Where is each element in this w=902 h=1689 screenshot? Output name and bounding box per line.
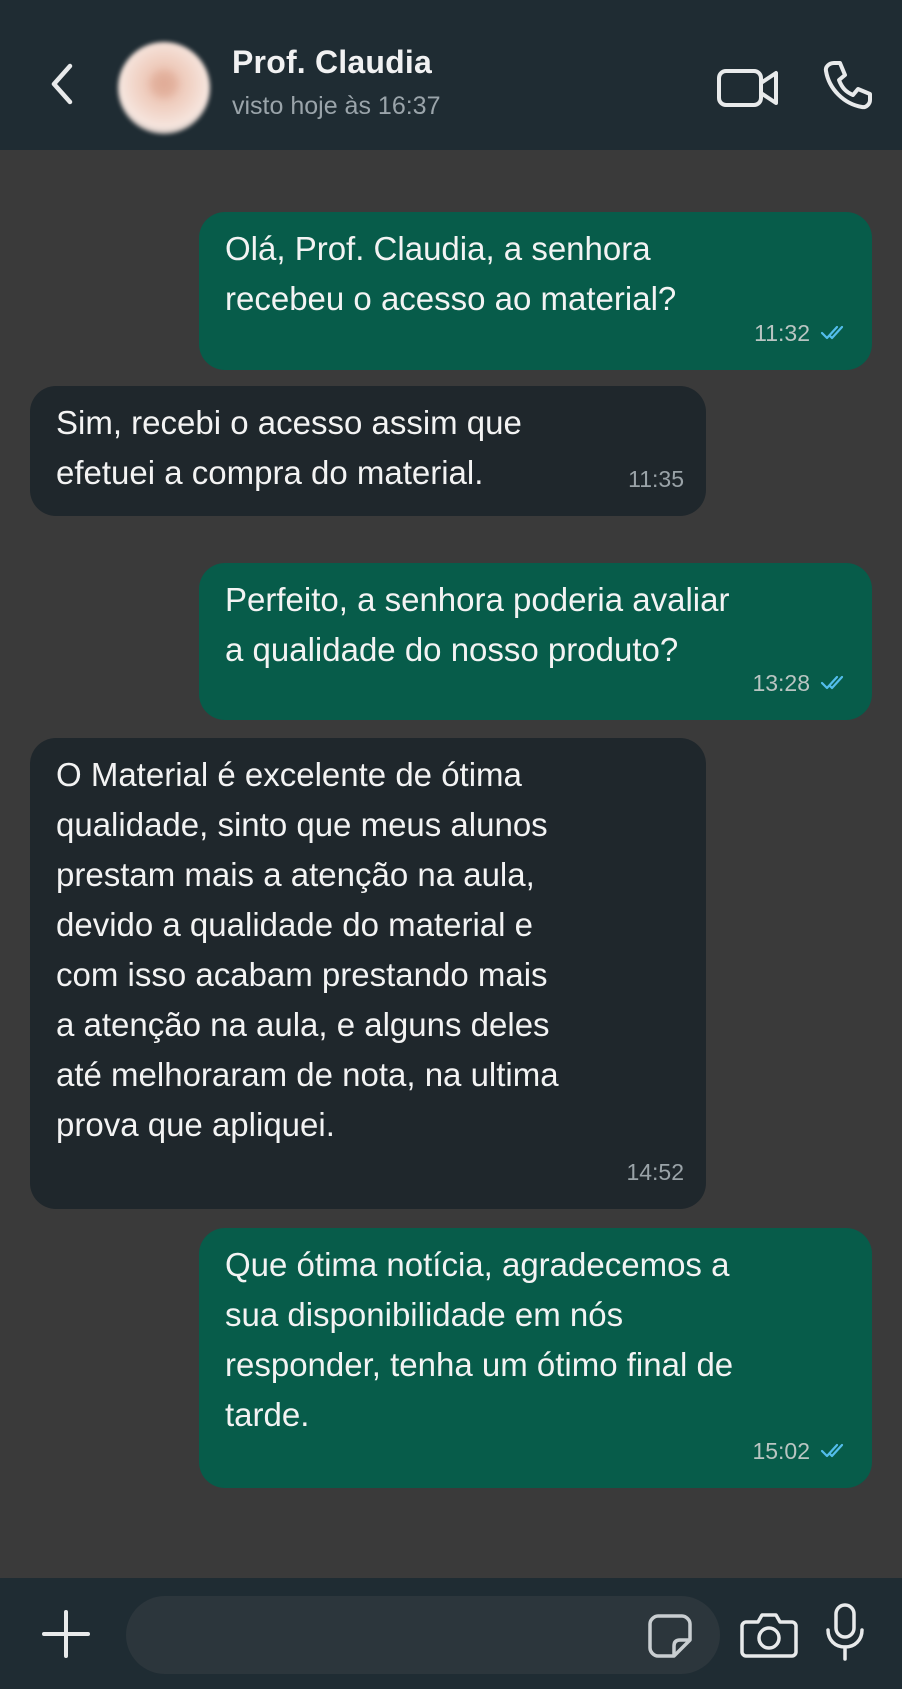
message-input-wrapper bbox=[126, 1596, 720, 1676]
message-time: 14:52 bbox=[626, 1159, 684, 1185]
sticker-icon bbox=[648, 1614, 692, 1658]
chevron-left-icon bbox=[51, 63, 73, 105]
chat-header: Prof. Claudia visto hoje às 16:37 bbox=[0, 0, 902, 150]
double-check-icon bbox=[820, 308, 850, 358]
back-button[interactable] bbox=[38, 60, 86, 108]
message-time: 11:32 bbox=[754, 320, 810, 346]
phone-icon bbox=[823, 61, 872, 110]
last-seen-status: visto hoje às 16:37 bbox=[232, 92, 441, 120]
chat-screen: Prof. Claudia visto hoje às 16:37 Olá, P… bbox=[0, 0, 902, 1689]
contact-name[interactable]: Prof. Claudia bbox=[232, 44, 432, 81]
message-meta: 13:28 bbox=[752, 658, 850, 708]
message-list[interactable]: Olá, Prof. Claudia, a senhora recebeu o … bbox=[0, 150, 902, 1578]
plus-icon bbox=[42, 1610, 90, 1658]
message-meta: 11:32 bbox=[754, 308, 850, 358]
message-bubble-outgoing[interactable]: Perfeito, a senhora poderia avaliar a qu… bbox=[199, 563, 872, 720]
message-bubble-outgoing[interactable]: Que ótima notícia, agradecemos a sua dis… bbox=[199, 1228, 872, 1488]
voice-call-button[interactable] bbox=[820, 58, 874, 112]
microphone-icon bbox=[826, 1603, 864, 1661]
message-text: O Material é excelente de ótima qualidad… bbox=[56, 756, 559, 1143]
message-input[interactable] bbox=[154, 1596, 638, 1676]
camera-icon bbox=[740, 1613, 798, 1658]
camera-button[interactable] bbox=[740, 1608, 798, 1660]
message-text: Que ótima notícia, agradecemos a sua dis… bbox=[225, 1246, 734, 1433]
message-text: Sim, recebi o acesso assim que efetuei a… bbox=[56, 404, 522, 491]
message-bubble-outgoing[interactable]: Olá, Prof. Claudia, a senhora recebeu o … bbox=[199, 212, 872, 370]
message-meta: 11:35 bbox=[628, 454, 684, 504]
message-time: 13:28 bbox=[752, 670, 810, 696]
video-call-button[interactable] bbox=[716, 66, 780, 110]
attach-button[interactable] bbox=[40, 1608, 92, 1660]
video-camera-icon bbox=[717, 69, 778, 107]
message-meta: 14:52 bbox=[626, 1147, 684, 1197]
message-bubble-incoming[interactable]: O Material é excelente de ótima qualidad… bbox=[30, 738, 706, 1209]
avatar-blur bbox=[150, 70, 178, 98]
message-composer bbox=[0, 1578, 902, 1689]
message-meta: 15:02 bbox=[752, 1426, 850, 1476]
message-bubble-incoming[interactable]: Sim, recebi o acesso assim que efetuei a… bbox=[30, 386, 706, 516]
message-time: 15:02 bbox=[752, 1438, 810, 1464]
double-check-icon bbox=[820, 1426, 850, 1476]
microphone-button[interactable] bbox=[824, 1602, 866, 1662]
double-check-icon bbox=[820, 658, 850, 708]
message-time: 11:35 bbox=[628, 466, 684, 492]
sticker-button[interactable] bbox=[646, 1612, 694, 1660]
